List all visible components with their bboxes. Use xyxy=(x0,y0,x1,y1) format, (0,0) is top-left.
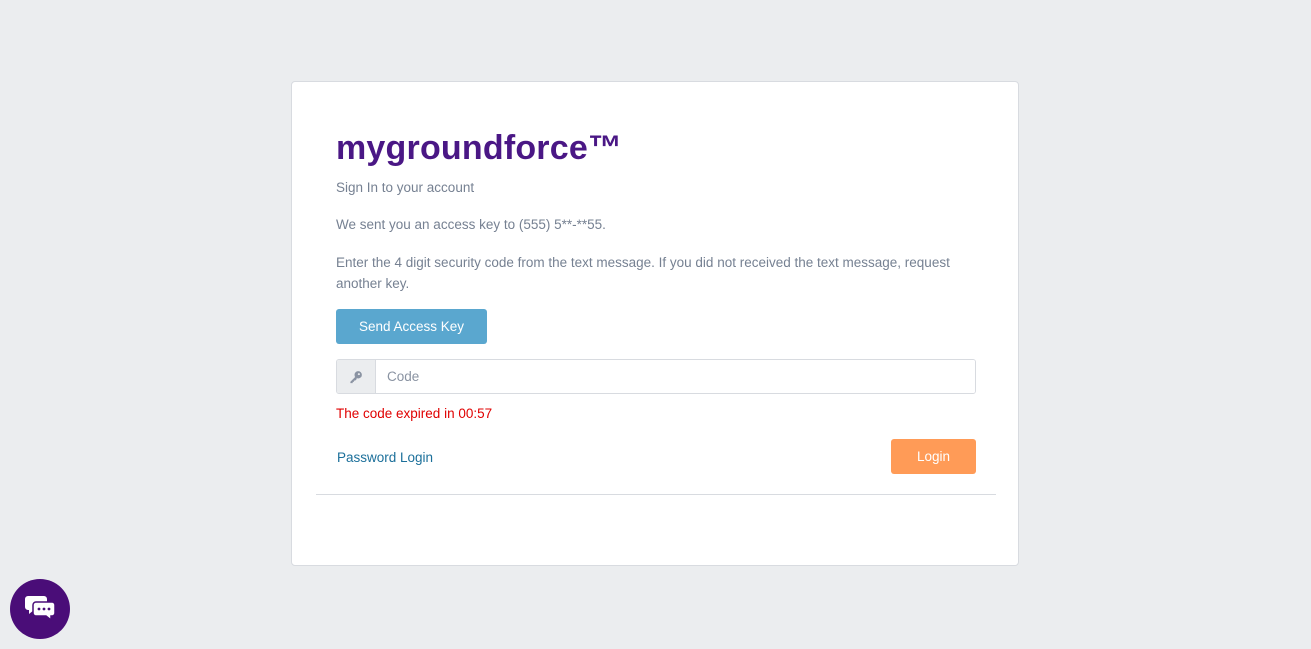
key-icon xyxy=(337,360,376,393)
login-button[interactable]: Login xyxy=(891,439,976,474)
code-expiry-message: The code expired in 00:57 xyxy=(336,406,493,421)
access-key-sent-message: We sent you an access key to (555) 5**-*… xyxy=(336,217,606,232)
divider xyxy=(316,494,996,495)
chat-bubbles-icon xyxy=(24,593,56,626)
code-input[interactable] xyxy=(376,360,975,393)
login-card: mygroundforce™ Sign In to your account W… xyxy=(291,81,1019,566)
sign-in-subtitle: Sign In to your account xyxy=(336,180,475,195)
password-login-link[interactable]: Password Login xyxy=(337,450,433,465)
code-instructions: Enter the 4 digit security code from the… xyxy=(336,255,950,291)
brand-title: mygroundforce™ xyxy=(336,129,623,167)
code-input-group xyxy=(336,359,976,394)
chat-widget-button[interactable] xyxy=(10,579,70,639)
send-access-key-button[interactable]: Send Access Key xyxy=(336,309,487,344)
